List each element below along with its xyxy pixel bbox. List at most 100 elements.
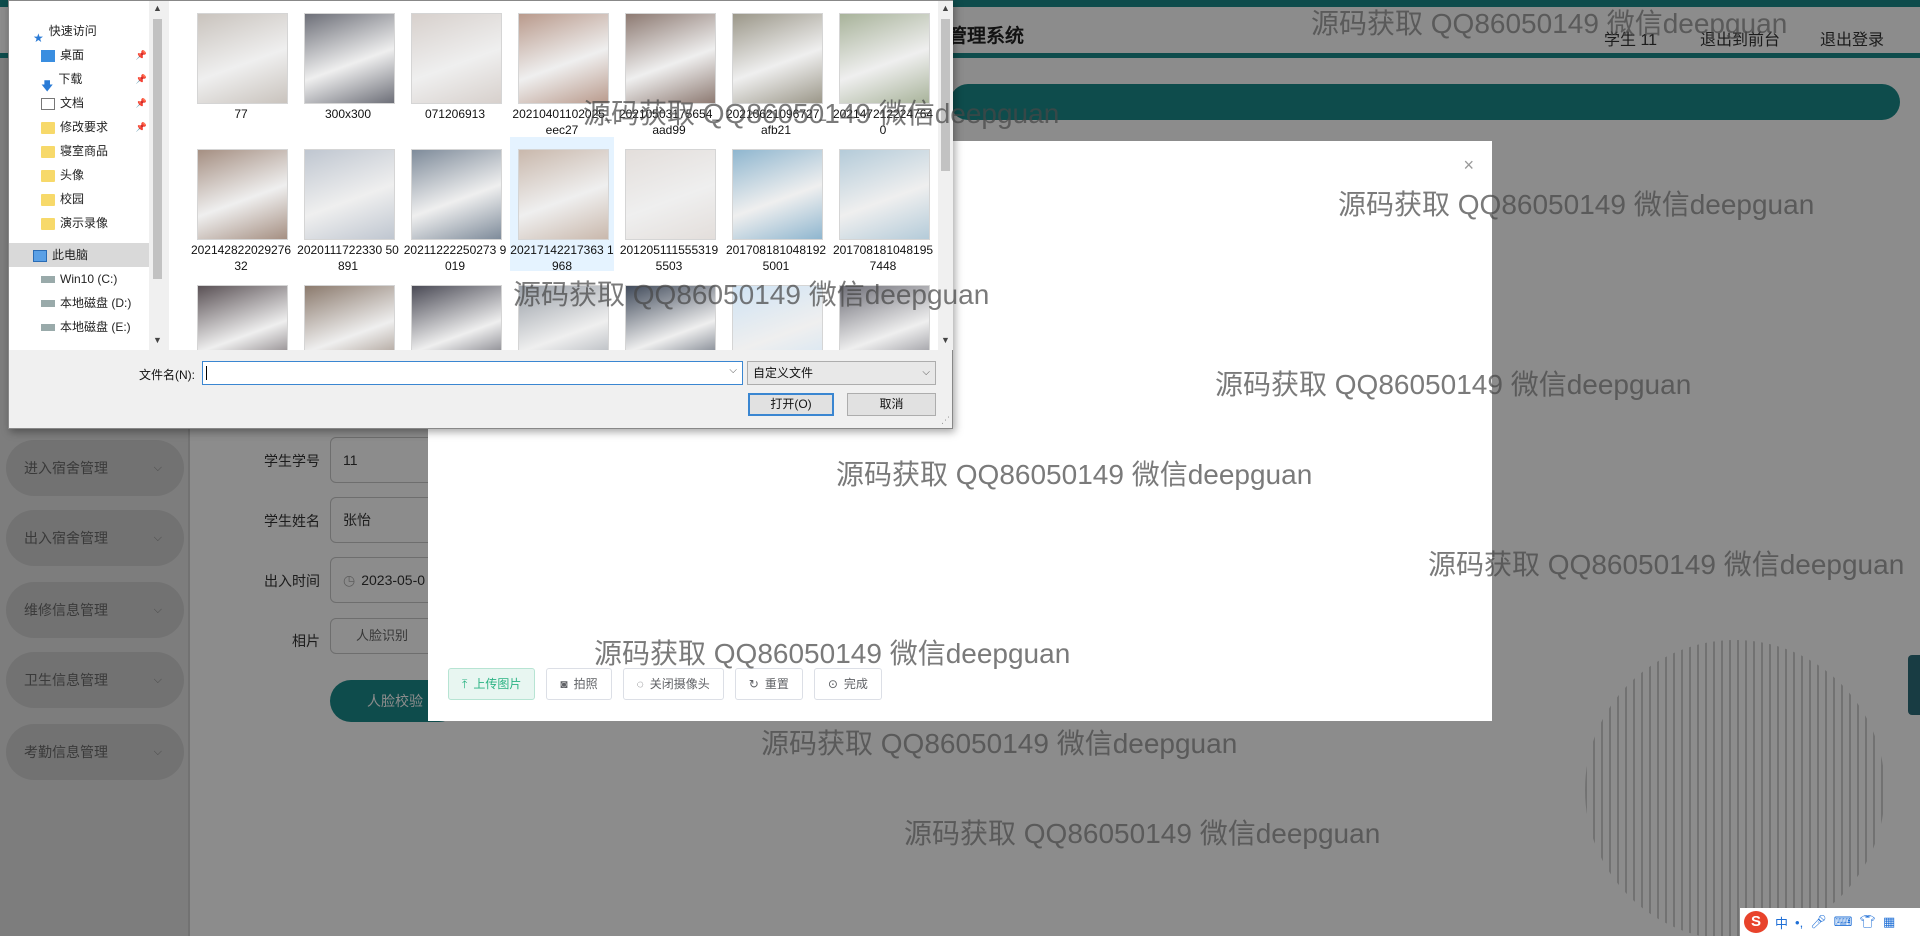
keyboard-icon[interactable]: ⌨ (1834, 914, 1853, 930)
upload-image-button[interactable]: ⤒ 上传图片 (448, 668, 536, 700)
file-item[interactable] (724, 273, 828, 350)
file-item[interactable]: 2017081810481925001 (724, 137, 828, 273)
scroll-down-icon[interactable]: ▼ (153, 335, 162, 345)
image-thumbnail (625, 149, 716, 240)
image-thumbnail (839, 149, 930, 240)
image-thumbnail (518, 149, 609, 240)
file-item[interactable]: 2017081810481957448 (831, 137, 935, 273)
file-item[interactable]: 20211222250273 9019 (403, 137, 507, 273)
done-button[interactable]: ⊙ 完成 (813, 668, 882, 700)
nav-item-this-pc[interactable]: 此电脑 (9, 243, 149, 267)
lang-indicator[interactable]: 中 (1775, 913, 1788, 932)
file-name: 20210621096727_afb21 (725, 107, 827, 137)
folder-icon (41, 193, 55, 206)
cancel-button[interactable]: 取消 (847, 393, 936, 416)
filename-label: 文件名(N): (139, 368, 195, 382)
ime-logo-icon[interactable]: S (1744, 911, 1768, 933)
pin-icon: 📌 (135, 98, 147, 108)
image-thumbnail (839, 285, 930, 350)
punctuation-icon[interactable]: •, (1795, 915, 1803, 930)
file-item[interactable] (403, 273, 507, 350)
reset-button[interactable]: ↻ 重置 (734, 668, 803, 700)
image-thumbnail (839, 13, 930, 104)
folder-icon (41, 145, 55, 158)
close-camera-button[interactable]: ◌ 关闭摄像头 (622, 668, 724, 700)
file-item[interactable]: 2012051115553195503 (617, 137, 721, 273)
file-item[interactable] (189, 273, 293, 350)
power-icon: ◌ (636, 677, 644, 691)
file-item[interactable]: 2021472122247640 (831, 1, 935, 137)
nav-item-quick-access[interactable]: ★ 快速访问 (9, 19, 149, 45)
nav-item-folder-demo-video[interactable]: 演示录像 (9, 211, 149, 235)
file-name: 20210401102025_eec27 (512, 107, 612, 137)
file-item[interactable] (617, 273, 721, 350)
file-item[interactable]: 20214282202927632 (189, 137, 293, 273)
nav-item-drive-c[interactable]: Win10 (C:) (9, 267, 149, 291)
upload-icon: ⤒ (462, 677, 468, 691)
drive-icon (41, 300, 55, 308)
nav-item-desktop[interactable]: 桌面 📌 (9, 43, 149, 67)
image-thumbnail (732, 285, 823, 350)
scroll-thumb[interactable] (941, 19, 950, 171)
scroll-thumb[interactable] (153, 19, 162, 279)
image-thumbnail (518, 13, 609, 104)
image-thumbnail (411, 13, 502, 104)
image-thumbnail (197, 149, 288, 240)
file-name: 20214282202927632 (190, 243, 292, 273)
image-thumbnail (304, 13, 395, 104)
nav-item-drive-d[interactable]: 本地磁盘 (D:) (9, 291, 149, 315)
file-item[interactable]: 20210503175654_aad99 (617, 1, 721, 137)
resize-grip-icon[interactable]: ⋰ (941, 415, 950, 426)
pin-icon: 📌 (135, 74, 147, 84)
file-item[interactable] (296, 273, 400, 350)
mic-icon[interactable]: 🎤︎ (1810, 914, 1827, 930)
file-item[interactable]: 20210621096727_afb21 (724, 1, 828, 137)
capture-button[interactable]: ◙ 拍照 (546, 668, 612, 700)
file-name: 2012051115553195503 (619, 243, 719, 273)
open-button[interactable]: 打开(O) (748, 393, 834, 416)
nav-item-documents[interactable]: 文档 📌 (9, 91, 149, 115)
file-item[interactable]: 300x300 (296, 1, 400, 135)
nav-item-drive-e[interactable]: 本地磁盘 (E:) (9, 315, 149, 339)
pin-icon: 📌 (135, 50, 147, 60)
nav-item-folder-dorm-goods[interactable]: 寝室商品 (9, 139, 149, 163)
folder-icon (41, 169, 55, 182)
file-item[interactable] (510, 273, 614, 350)
nav-item-folder-campus[interactable]: 校园 (9, 187, 149, 211)
image-thumbnail (197, 285, 288, 350)
file-item[interactable] (831, 273, 935, 350)
chevron-down-icon[interactable]: ⌵ (729, 365, 737, 376)
grid-icon[interactable]: ▦ (1883, 914, 1895, 930)
grid-scrollbar[interactable]: ▲ ▼ (938, 1, 953, 350)
document-icon (41, 97, 55, 110)
file-item[interactable]: 071206913 (403, 1, 507, 135)
file-name: 2020111722330 50891 (297, 243, 399, 273)
check-circle-icon: ⊙ (827, 677, 838, 691)
nav-item-folder-requirements[interactable]: 修改要求 📌 (9, 115, 149, 139)
filetype-select[interactable]: 自定义文件 ⌵ (747, 361, 936, 385)
camera-toolbar: ⤒ 上传图片 ◙ 拍照 ◌ 关闭摄像头 ↻ 重置 ⊙ 完成 (448, 668, 882, 702)
scroll-down-icon[interactable]: ▼ (941, 335, 950, 345)
nav-item-downloads[interactable]: 🡇 下载 📌 (9, 67, 149, 93)
scroll-up-icon[interactable]: ▲ (153, 3, 162, 13)
file-item[interactable]: 2020111722330 50891 (296, 137, 400, 273)
nav-item-folder-avatar[interactable]: 头像 (9, 163, 149, 187)
scroll-up-icon[interactable]: ▲ (941, 3, 950, 13)
drive-icon (41, 324, 55, 332)
file-item[interactable]: 77 (189, 1, 293, 135)
file-item[interactable]: 20217142217363 1968 (510, 137, 614, 273)
image-thumbnail (625, 13, 716, 104)
shirt-icon[interactable]: 👕︎ (1859, 914, 1876, 930)
filename-input[interactable]: ⌵ (202, 361, 743, 385)
close-icon[interactable]: × (1463, 155, 1474, 176)
file-name: 20217142217363 1968 (510, 243, 614, 273)
system-tray: S 中 •, 🎤︎ ⌨ 👕︎ ▦ (1740, 908, 1920, 936)
nav-scrollbar[interactable]: ▲ ▼ (149, 1, 166, 350)
file-item[interactable]: 20210401102025_eec27 (510, 1, 614, 137)
camera-icon: ◙ (560, 677, 568, 691)
folder-icon (41, 121, 55, 134)
file-name: 071206913 (424, 107, 486, 121)
star-icon: ★ (33, 30, 44, 45)
image-thumbnail (732, 149, 823, 240)
file-name: 2017081810481925001 (725, 243, 827, 273)
